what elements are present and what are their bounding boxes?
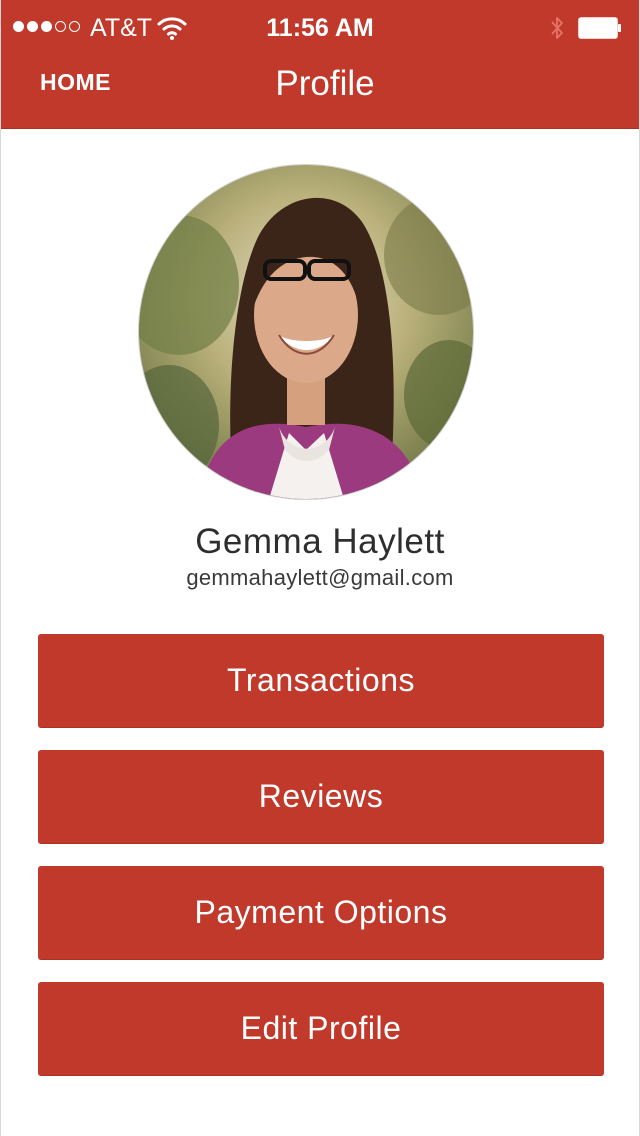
profile-menu: Transactions Reviews Payment Options Edi… bbox=[38, 634, 604, 1098]
edit-profile-button[interactable]: Edit Profile bbox=[38, 982, 604, 1076]
status-time: 11:56 AM bbox=[266, 14, 374, 42]
profile-photo bbox=[139, 165, 473, 499]
avatar bbox=[139, 165, 473, 499]
payment-options-button[interactable]: Payment Options bbox=[38, 866, 604, 960]
app-header: AT&T 11:56 AM HOME Profile bbox=[1, 0, 639, 129]
bluetooth-icon bbox=[551, 17, 563, 39]
profile-email: gemmahaylett@gmail.com bbox=[186, 565, 454, 590]
status-bar: AT&T 11:56 AM bbox=[1, 0, 639, 56]
reviews-button[interactable]: Reviews bbox=[38, 750, 604, 844]
page-title: Profile bbox=[275, 64, 375, 103]
profile-name: Gemma Haylett bbox=[195, 522, 445, 561]
transactions-button[interactable]: Transactions bbox=[38, 634, 604, 728]
profile-screen: AT&T 11:56 AM HOME Profile Gemma Haylett… bbox=[0, 0, 640, 1136]
battery-icon bbox=[578, 17, 621, 39]
